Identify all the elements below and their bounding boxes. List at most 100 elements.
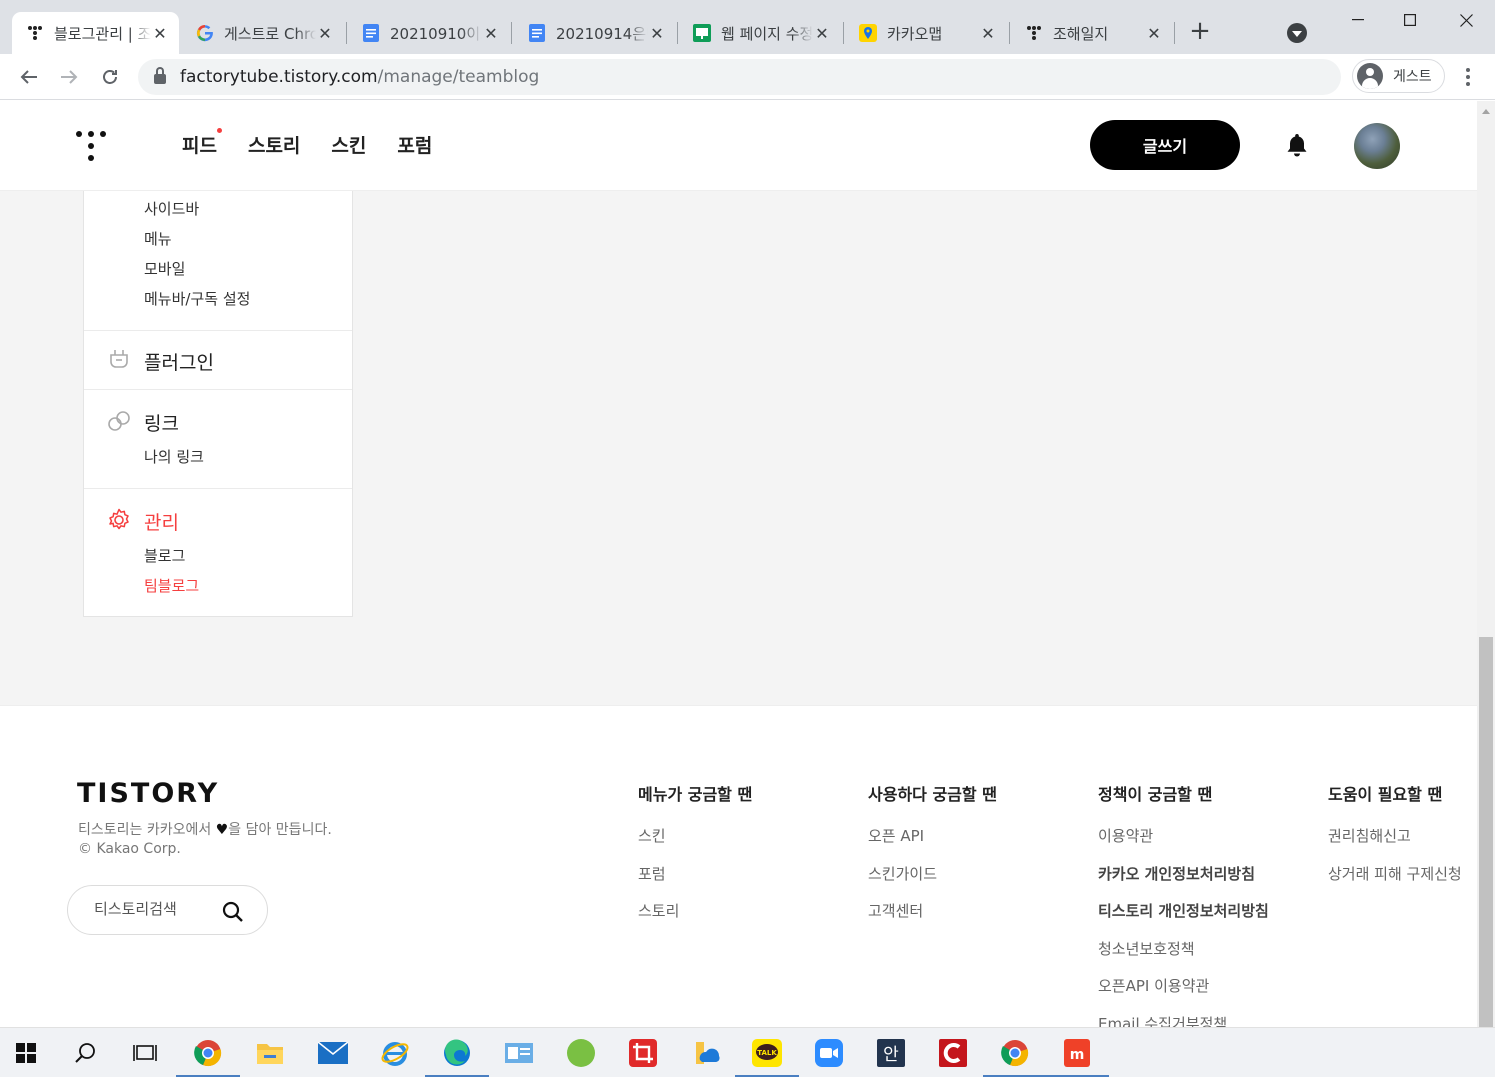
onedrive-icon[interactable] — [688, 1035, 724, 1071]
footer-col-title: 사용하다 궁금할 땐 — [868, 785, 997, 804]
control-panel-icon[interactable] — [501, 1035, 537, 1071]
address-bar[interactable]: factorytube.tistory.com/manage/teamblog — [138, 59, 1341, 95]
task-view-icon[interactable] — [127, 1035, 163, 1071]
nav-skin[interactable]: 스킨 — [331, 131, 366, 158]
hangul-icon[interactable]: 안 — [873, 1035, 909, 1071]
docs-icon — [528, 24, 546, 42]
close-icon[interactable]: ✕ — [813, 24, 831, 43]
tab-strip: 블로그관리 | 조해일지 ✕ 게스트로 Chrome 사용 ✕ 20210910… — [0, 0, 1495, 54]
close-icon[interactable]: ✕ — [316, 24, 334, 43]
tab-title: 게스트로 Chrome 사용 — [224, 24, 316, 43]
search-icon[interactable] — [68, 1035, 104, 1071]
sidebar-item-menubar[interactable]: 메뉴바/구독 설정 — [144, 288, 250, 309]
gear-icon — [106, 507, 132, 533]
app-icon[interactable] — [935, 1035, 971, 1071]
search-icon[interactable] — [221, 900, 245, 924]
sidebar-item-menu[interactable]: 메뉴 — [144, 228, 172, 249]
tab-guest-chrome[interactable]: 게스트로 Chrome 사용 ✕ — [182, 12, 344, 54]
footer-link-terms[interactable]: 이용약관 — [1098, 825, 1269, 863]
footer-link-forum[interactable]: 포럼 — [638, 863, 752, 901]
footer-link-support[interactable]: 고객센터 — [868, 900, 997, 938]
minimize-button[interactable] — [1343, 6, 1373, 34]
user-avatar[interactable] — [1354, 123, 1400, 169]
svg-text:m: m — [1070, 1047, 1085, 1063]
zoom-icon[interactable] — [811, 1035, 847, 1071]
kakaomap-icon — [859, 24, 877, 42]
tab-doc-0910[interactable]: 20210910이소 ✕ — [348, 12, 510, 54]
footer-link-skin-guide[interactable]: 스킨가이드 — [868, 863, 997, 901]
footer-tagline: 티스토리는 카카오에서 ♥을 담아 만듭니다. — [78, 822, 332, 838]
tab-title: 블로그관리 | 조해일지 — [54, 24, 151, 43]
page-scrollbar[interactable] — [1477, 101, 1495, 1027]
scroll-up-icon[interactable] — [1482, 109, 1490, 114]
close-icon[interactable]: ✕ — [1145, 24, 1163, 43]
write-button[interactable]: 글쓰기 — [1090, 120, 1240, 170]
tab-kakaomap[interactable]: 카카오맵 ✕ — [845, 12, 1007, 54]
manage-sidebar: 사이드바 메뉴 모바일 메뉴바/구독 설정 플러그인 링크 나의 링크 관리 블… — [83, 191, 353, 617]
mail-icon[interactable] — [315, 1035, 351, 1071]
forward-button[interactable] — [54, 62, 84, 92]
nav-feed[interactable]: 피드 — [182, 128, 222, 158]
reload-button[interactable] — [95, 62, 125, 92]
sidebar-section-plugin[interactable]: 플러그인 — [144, 348, 214, 375]
tab-doc-0914[interactable]: 20210914은반 ✕ — [514, 12, 676, 54]
footer-link-commerce-relief[interactable]: 상거래 피해 구제신청 — [1328, 863, 1462, 901]
sidebar-item-blog[interactable]: 블로그 — [144, 545, 185, 566]
footer-link-email-policy[interactable]: Email 수집거부정책 — [1098, 1013, 1269, 1028]
footer-link-open-api[interactable]: 오픈 API — [868, 825, 997, 863]
footer-link-kakao-privacy[interactable]: 카카오 개인정보처리방침 — [1098, 863, 1269, 901]
sidebar-item-my-link[interactable]: 나의 링크 — [144, 446, 204, 467]
start-icon[interactable] — [8, 1035, 44, 1071]
footer-col-title: 도움이 필요할 땐 — [1328, 785, 1443, 804]
new-tab-button[interactable]: + — [1186, 18, 1214, 46]
footer-link-api-terms[interactable]: 오픈API 이용약관 — [1098, 975, 1269, 1013]
nav-forum[interactable]: 포럼 — [397, 131, 432, 158]
more-menu-icon[interactable] — [1458, 66, 1478, 88]
close-icon[interactable]: ✕ — [979, 24, 997, 43]
sidebar-item-teamblog[interactable]: 팀블로그 — [144, 575, 199, 596]
close-icon[interactable]: ✕ — [648, 24, 666, 43]
tab-search-button[interactable] — [1287, 23, 1307, 43]
tab-separator — [511, 22, 512, 44]
tab-web-page-edit[interactable]: 웹 페이지 수정 ✕ — [679, 12, 841, 54]
site-footer: TISTORY 티스토리는 카카오에서 ♥을 담아 만듭니다. © Kakao … — [0, 705, 1477, 1027]
tistory-icon — [26, 24, 44, 42]
evernote-icon[interactable] — [563, 1035, 599, 1071]
maximize-button[interactable] — [1395, 6, 1425, 34]
footer-link-youth-policy[interactable]: 청소년보호정책 — [1098, 938, 1269, 976]
ie-icon[interactable] — [377, 1035, 413, 1071]
tab-blog-manage[interactable]: 블로그관리 | 조해일지 ✕ — [12, 12, 179, 54]
sidebar-item-mobile[interactable]: 모바일 — [144, 258, 185, 279]
nav-story[interactable]: 스토리 — [248, 131, 300, 158]
page-viewport: 피드 스토리 스킨 포럼 글쓰기 사이드바 메뉴 모바일 메뉴바/구독 설정 플… — [0, 101, 1477, 1027]
file-explorer-icon[interactable] — [252, 1035, 288, 1071]
footer-link-skin[interactable]: 스킨 — [638, 825, 752, 863]
miro-icon[interactable]: m — [1045, 1035, 1109, 1077]
footer-logo[interactable]: TISTORY — [77, 778, 219, 809]
chrome-icon[interactable] — [983, 1035, 1047, 1077]
sidebar-section-manage[interactable]: 관리 — [144, 508, 179, 535]
bell-icon[interactable] — [1285, 132, 1309, 158]
guest-profile-button[interactable]: 게스트 — [1352, 59, 1445, 93]
window-close-button[interactable] — [1451, 6, 1481, 34]
chrome-icon[interactable] — [176, 1035, 240, 1077]
footer-col-title: 정책이 궁금할 땐 — [1098, 785, 1213, 804]
footer-col-usage: 사용하다 궁금할 땐 오픈 API 스킨가이드 고객센터 — [868, 781, 997, 938]
close-icon[interactable]: ✕ — [151, 24, 169, 43]
sidebar-section-link[interactable]: 링크 — [144, 409, 179, 436]
tistory-logo-icon[interactable] — [76, 129, 108, 161]
footer-search-input[interactable] — [94, 900, 214, 918]
footer-link-story[interactable]: 스토리 — [638, 900, 752, 938]
plug-icon — [106, 347, 132, 373]
crop-icon[interactable] — [625, 1035, 661, 1071]
footer-link-tistory-privacy[interactable]: 티스토리 개인정보처리방침 — [1098, 900, 1269, 938]
close-icon[interactable]: ✕ — [482, 24, 500, 43]
kakaotalk-icon[interactable]: TALK — [735, 1035, 799, 1077]
edge-icon[interactable] — [425, 1035, 489, 1077]
footer-col-menu: 메뉴가 궁금할 땐 스킨 포럼 스토리 — [638, 781, 752, 938]
scrollbar-thumb[interactable] — [1479, 637, 1493, 1027]
back-button[interactable] — [14, 62, 44, 92]
sidebar-item-sidebar[interactable]: 사이드바 — [144, 198, 199, 219]
footer-link-rights-report[interactable]: 권리침해신고 — [1328, 825, 1462, 863]
tab-johaeilji[interactable]: 조해일지 ✕ — [1011, 12, 1173, 54]
